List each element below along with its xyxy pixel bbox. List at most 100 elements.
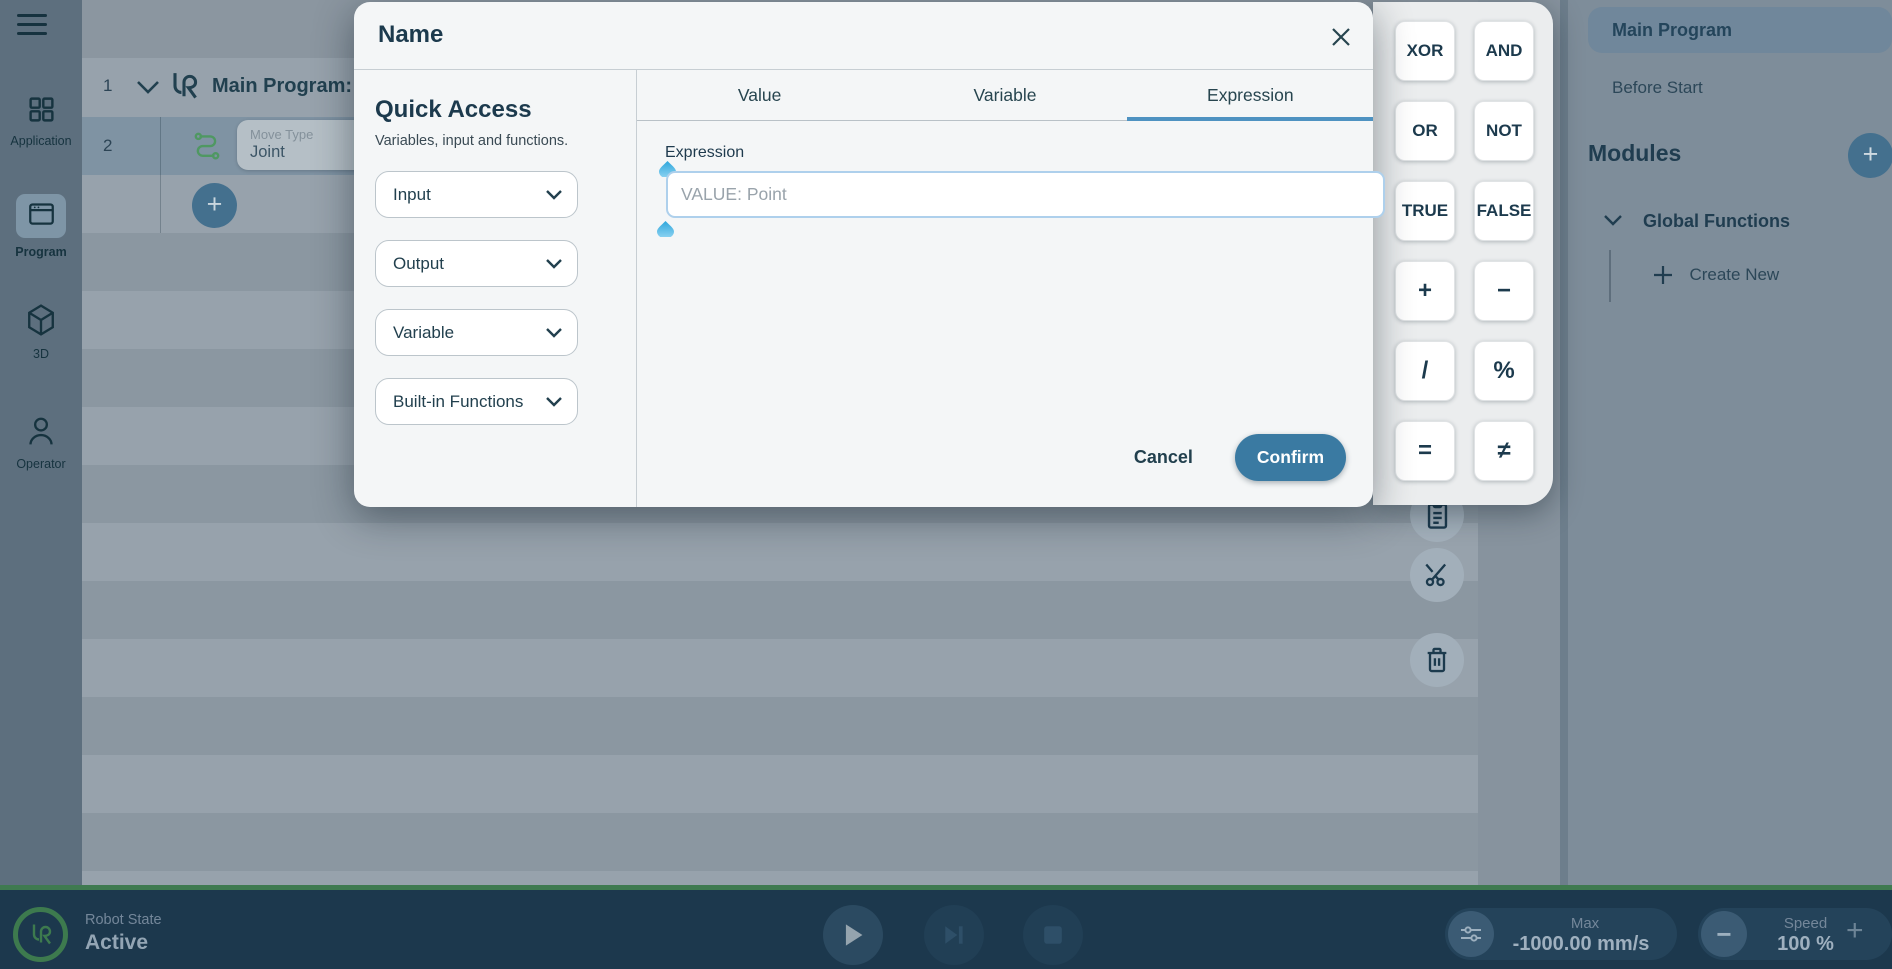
program-title: Main Program: [212, 75, 352, 98]
op-and-button[interactable]: AND [1474, 21, 1534, 81]
nav-label-application: Application [0, 134, 82, 148]
chevron-down-icon [545, 327, 563, 338]
expression-input[interactable] [666, 171, 1385, 218]
nav-item-operator[interactable]: Operator [0, 415, 82, 471]
op-xor-button[interactable]: XOR [1395, 21, 1455, 81]
tree-indent-line [1609, 250, 1611, 302]
nav-item-program[interactable]: Program [0, 202, 82, 259]
tab-bar: Value Variable Expression [637, 70, 1373, 121]
minus-icon: − [1716, 919, 1731, 950]
max-label: Max [1505, 915, 1665, 932]
max-value: -1000.00 mm/s [1491, 933, 1671, 956]
dialog-header: Name [354, 2, 1373, 70]
nav-item-application[interactable]: Application [0, 95, 82, 148]
nav-label-operator: Operator [0, 457, 82, 471]
dropdown-builtin-functions[interactable]: Built-in Functions [375, 378, 578, 425]
stop-button[interactable] [1023, 905, 1083, 965]
op-notequal-button[interactable]: ≠ [1474, 421, 1534, 481]
max-speed-pill: Max -1000.00 mm/s [1445, 908, 1677, 960]
op-or-button[interactable]: OR [1395, 101, 1455, 161]
expression-label: Expression [665, 144, 744, 162]
add-module-button[interactable]: + [1848, 133, 1892, 178]
nav-label-3d: 3D [0, 347, 82, 361]
nav-item-3d[interactable]: 3D [0, 303, 82, 361]
structure-sidebar [1568, 0, 1892, 885]
selection-handle-end[interactable] [657, 221, 674, 237]
speed-settings-button[interactable] [1448, 911, 1494, 957]
quick-access-panel: Quick Access Variables, input and functi… [354, 70, 637, 507]
op-modulo-button[interactable]: % [1474, 341, 1534, 401]
tab-variable[interactable]: Variable [882, 70, 1127, 120]
panel-edge [1560, 0, 1568, 885]
row-number: 2 [103, 136, 112, 156]
modules-heading: Modules [1588, 140, 1681, 167]
play-icon [841, 922, 865, 948]
trash-icon [1424, 646, 1450, 674]
quick-access-title: Quick Access [375, 96, 617, 124]
editor-area: Value Variable Expression Expression [637, 70, 1373, 507]
speed-value: 100 % [1753, 933, 1858, 956]
delete-button[interactable] [1410, 633, 1464, 687]
ur-program-icon [166, 69, 202, 103]
speed-label: Speed [1753, 915, 1858, 932]
op-minus-button[interactable]: − [1474, 261, 1534, 321]
speed-increase-button[interactable]: + [1846, 914, 1864, 948]
speed-pill: − Speed 100 % + [1698, 908, 1892, 960]
op-equals-button[interactable]: = [1395, 421, 1455, 481]
dropdown-output[interactable]: Output [375, 240, 578, 287]
dropdown-input[interactable]: Input [375, 171, 578, 218]
dialog-title: Name [378, 21, 443, 49]
close-button[interactable] [1326, 22, 1356, 52]
collapse-chevron-icon[interactable] [136, 80, 160, 95]
tab-value[interactable]: Value [637, 70, 882, 120]
confirm-button[interactable]: Confirm [1235, 434, 1346, 481]
main-program-label: Main Program [1612, 20, 1892, 41]
tab-expression[interactable]: Expression [1128, 70, 1373, 120]
global-functions-item[interactable]: Global Functions [1643, 211, 1790, 232]
hamburger-icon [17, 14, 47, 17]
skip-next-icon [942, 923, 966, 947]
ur-logo-icon [27, 921, 55, 948]
operator-person-icon [27, 415, 55, 447]
stop-icon [1042, 924, 1064, 946]
dialog-actions: Cancel Confirm [1134, 434, 1346, 481]
row-number: 1 [103, 76, 112, 96]
op-true-button[interactable]: TRUE [1395, 181, 1455, 241]
op-not-button[interactable]: NOT [1474, 101, 1534, 161]
operator-pad: XOR AND OR NOT TRUE FALSE + − / % = ≠ [1373, 2, 1553, 505]
name-dialog: Name Quick Access Variables, input and f… [354, 2, 1373, 507]
row-number-divider [160, 117, 161, 233]
sliders-icon [1459, 923, 1483, 945]
chevron-down-icon[interactable] [1603, 214, 1623, 227]
cancel-button[interactable]: Cancel [1134, 447, 1193, 468]
op-false-button[interactable]: FALSE [1474, 181, 1534, 241]
nav-label-program: Program [0, 245, 82, 259]
create-new-button[interactable]: Create New [1651, 263, 1779, 287]
polyscope-screen: Application Program 3D Operator 1 [0, 0, 1892, 969]
close-icon [1329, 25, 1353, 49]
sidebar-item-main-program[interactable]: Main Program [1588, 7, 1892, 53]
hamburger-menu-button[interactable] [17, 14, 47, 35]
nav-rail: Application Program 3D Operator [0, 0, 82, 885]
app-grid-icon [27, 95, 56, 124]
ur-logo [13, 907, 68, 962]
move-node-icon [193, 129, 221, 161]
robot-state-label: Robot State [85, 912, 162, 928]
play-button[interactable] [823, 905, 883, 965]
cut-button[interactable] [1410, 548, 1464, 602]
quick-access-subtitle: Variables, input and functions. [375, 133, 617, 149]
create-new-label: Create New [1689, 265, 1779, 284]
plus-icon: + [1846, 914, 1864, 947]
sidebar-item-before-start[interactable]: Before Start [1612, 78, 1703, 98]
chevron-down-icon [545, 189, 563, 200]
robot-state-value: Active [85, 931, 148, 955]
step-button[interactable] [924, 905, 984, 965]
expression-tab-content: Expression Cancel Confirm [637, 120, 1373, 507]
scissors-icon [1423, 561, 1451, 589]
add-node-button[interactable]: + [192, 183, 237, 228]
dropdown-variable[interactable]: Variable [375, 309, 578, 356]
speed-decrease-button[interactable]: − [1701, 911, 1747, 957]
op-divide-button[interactable]: / [1395, 341, 1455, 401]
op-plus-button[interactable]: + [1395, 261, 1455, 321]
program-window-icon [28, 202, 55, 226]
